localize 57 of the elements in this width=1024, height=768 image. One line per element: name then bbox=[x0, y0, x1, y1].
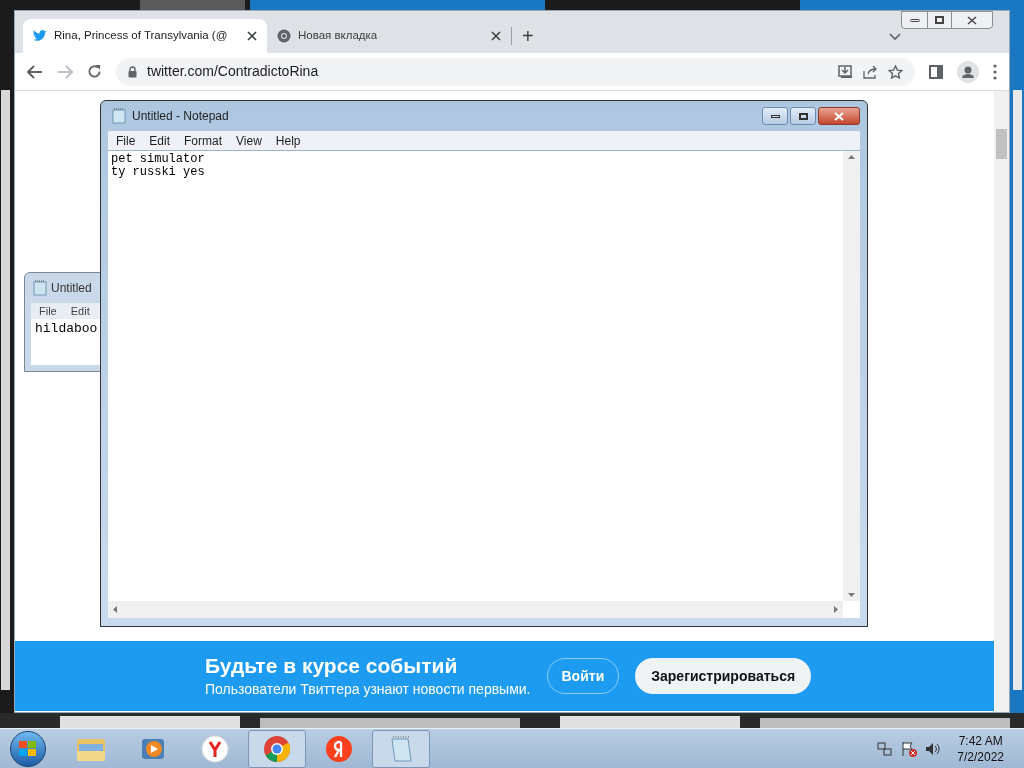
clock-date[interactable]: 7/2/2022 bbox=[957, 748, 1004, 765]
new-tab-button[interactable]: + bbox=[512, 19, 544, 53]
notepad-icon bbox=[388, 734, 414, 763]
browser-tab[interactable]: Rina, Princess of Transylvania (@ bbox=[23, 19, 267, 53]
clock-time[interactable]: 7:42 AM bbox=[958, 732, 1003, 749]
menu-item[interactable]: Format bbox=[184, 131, 223, 150]
scroll-left-icon[interactable] bbox=[113, 606, 117, 613]
yandex-icon bbox=[325, 734, 353, 763]
taskbar-button[interactable] bbox=[248, 729, 306, 768]
window-title: Untitled bbox=[51, 280, 92, 297]
document-text: hildaboo bbox=[35, 320, 99, 338]
scroll-right-icon[interactable] bbox=[834, 606, 838, 613]
close-icon bbox=[834, 111, 844, 121]
menu-item[interactable]: Edit bbox=[149, 131, 171, 150]
bird-icon bbox=[33, 30, 47, 42]
menu-item[interactable]: View bbox=[236, 131, 262, 150]
back-arrow-icon[interactable] bbox=[27, 64, 43, 79]
signup-button[interactable]: Зарегистрироваться bbox=[635, 658, 812, 694]
scroll-up-icon[interactable] bbox=[848, 155, 855, 159]
close-button[interactable] bbox=[818, 107, 860, 125]
start-button[interactable] bbox=[10, 730, 46, 767]
yandex-browser-icon bbox=[201, 734, 229, 763]
profile-icon[interactable] bbox=[957, 60, 979, 83]
menu-item[interactable]: Help bbox=[275, 131, 301, 150]
chevron-down-icon[interactable] bbox=[889, 33, 901, 41]
menu-item[interactable]: File bbox=[39, 303, 57, 319]
share-icon[interactable] bbox=[863, 64, 878, 79]
scroll-down-icon[interactable] bbox=[848, 593, 855, 597]
lock-icon bbox=[128, 65, 137, 78]
banner-subtitle: Пользователи Твиттера узнают новости первыми. bbox=[205, 679, 531, 699]
side-panel-icon[interactable] bbox=[929, 64, 943, 79]
banner-title: Будьте в курсе событий bbox=[205, 652, 459, 679]
network-icon[interactable] bbox=[877, 740, 894, 757]
close-icon bbox=[967, 15, 977, 25]
chrome-icon bbox=[263, 734, 291, 763]
minimize-button[interactable] bbox=[762, 107, 788, 125]
window-title: Untitled - Notepad bbox=[132, 108, 230, 125]
url-text: twitter.com/ContradictoRina bbox=[147, 62, 320, 81]
address-bar[interactable]: twitter.com/ContradictoRina bbox=[116, 57, 915, 86]
menu-icon[interactable] bbox=[993, 63, 997, 80]
menu-item[interactable]: Edit bbox=[70, 303, 90, 319]
chrome-icon bbox=[277, 29, 291, 43]
flag-icon[interactable] bbox=[901, 740, 918, 757]
star-icon[interactable] bbox=[888, 64, 903, 79]
tab-title: Новая вкладка bbox=[298, 28, 379, 44]
close-icon[interactable] bbox=[247, 31, 257, 41]
menu-item[interactable]: File bbox=[116, 131, 136, 150]
notepad-icon bbox=[112, 108, 126, 124]
install-icon[interactable] bbox=[838, 64, 853, 79]
notepad-icon bbox=[33, 280, 47, 296]
reload-icon[interactable] bbox=[87, 64, 102, 79]
document-text: pet simulator bbox=[111, 153, 206, 166]
windows-logo-icon bbox=[19, 740, 37, 757]
maximize-button[interactable] bbox=[790, 107, 816, 125]
document-text: ty russki yes bbox=[111, 166, 206, 179]
close-icon[interactable] bbox=[491, 31, 501, 41]
tab-title: Rina, Princess of Transylvania (@ bbox=[54, 28, 229, 44]
